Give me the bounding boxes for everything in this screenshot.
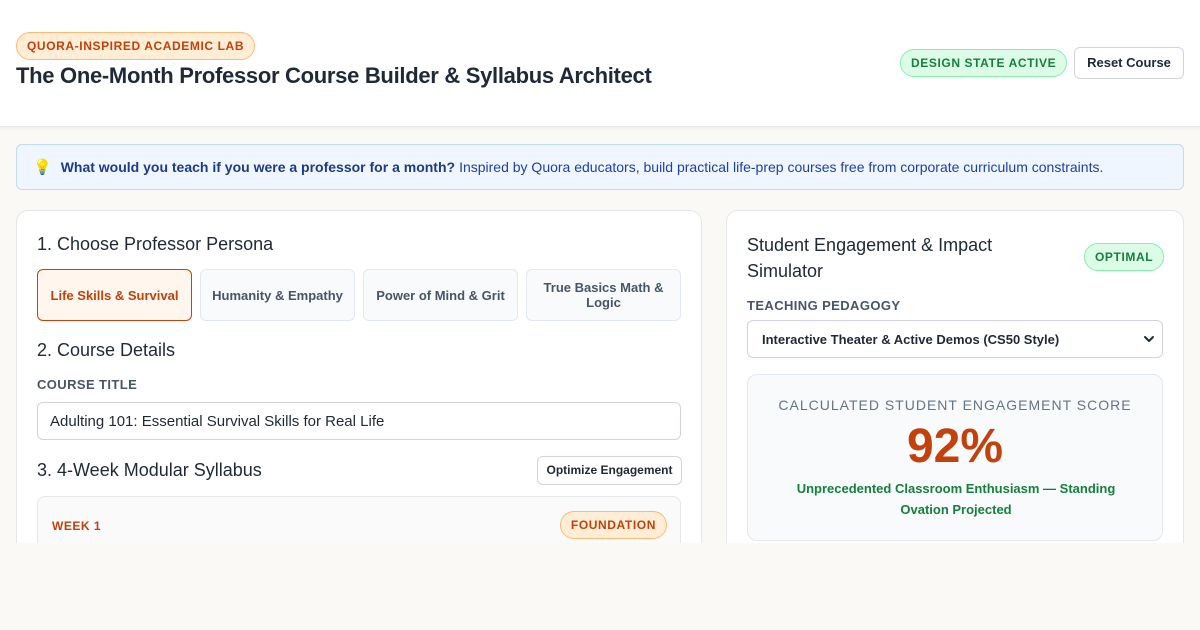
info-text: Inspired by Quora educators, build pract… [459,159,1104,175]
engagement-simulator-panel: Student Engagement & Impact Simulator OP… [726,210,1184,570]
lightbulb-icon: 💡 [33,159,52,176]
design-state-badge: DESIGN STATE ACTIVE [900,49,1068,77]
persona-life-skills[interactable]: Life Skills & Survival [37,269,192,321]
page-title: The One-Month Professor Course Builder &… [16,63,652,88]
persona-math-logic[interactable]: True Basics Math & Logic [526,269,681,321]
app-header: QUORA-INSPIRED ACADEMIC LAB The One-Mont… [0,0,1200,127]
week-label: WEEK 1 [52,519,102,533]
optimal-badge: OPTIMAL [1084,243,1165,271]
persona-mind-grit[interactable]: Power of Mind & Grit [363,269,518,321]
pedagogy-label: TEACHING PEDAGOGY [747,298,901,313]
details-heading: 2. Course Details [37,340,176,360]
reset-course-button[interactable]: Reset Course [1074,47,1184,79]
course-title-label: COURSE TITLE [37,377,138,392]
engagement-verdict: Unprecedented Classroom Enthusiasm — Sta… [796,481,1116,517]
course-title-input[interactable] [37,402,681,440]
score-caption: CALCULATED STUDENT ENGAGEMENT SCORE [778,397,1132,413]
pedagogy-select[interactable]: Interactive Theater & Active Demos (CS50… [747,320,1163,358]
info-banner: 💡 What would you teach if you were a pro… [16,144,1184,190]
persona-heading: 1. Choose Professor Persona [37,234,274,254]
simulator-title: Student Engagement & Impact Simulator [747,235,993,281]
pedagogy-selected-value: Interactive Theater & Active Demos (CS50… [762,331,1060,347]
course-builder-panel: 1. Choose Professor Persona Life Skills … [16,210,702,576]
persona-humanity[interactable]: Humanity & Empathy [200,269,355,321]
week-tag: FOUNDATION [559,511,667,539]
engagement-score-value: 92% [906,420,1004,473]
info-question: What would you teach if you were a profe… [60,159,456,175]
page-background [0,543,1200,630]
engagement-score-card: CALCULATED STUDENT ENGAGEMENT SCORE 92% … [747,374,1163,541]
chevron-down-icon [1144,336,1154,342]
optimize-engagement-button[interactable]: Optimize Engagement [537,456,682,485]
syllabus-heading: 3. 4-Week Modular Syllabus [37,460,262,480]
lab-badge: QUORA-INSPIRED ACADEMIC LAB [16,32,256,60]
